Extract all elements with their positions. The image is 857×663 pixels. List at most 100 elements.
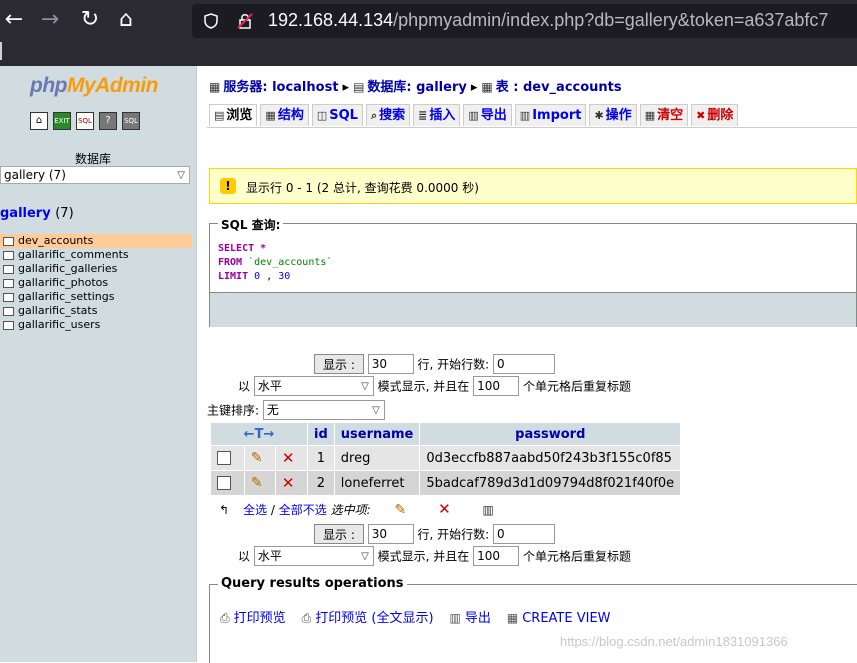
mode-row-top: 以 水平 ▽ 模式显示, 并且在 100 个单元格后重复标题 <box>238 376 631 396</box>
print-preview-full-link[interactable]: 打印预览 (全文显示) <box>315 611 433 626</box>
table-list-item[interactable]: gallarific_settings <box>0 290 192 304</box>
breadcrumb-table[interactable]: 表 : dev_accounts <box>496 80 622 95</box>
bulk-actions: ↰ 全选 / 全部不选 选中项: ✎ ✕ ▥ <box>219 500 494 518</box>
delete-icon[interactable]: ✕ <box>282 449 295 467</box>
left-navigation: phpMyAdmin ⌂ EXIT SQL? SQL 数据库 gallery (7) ▽… <box>0 66 197 662</box>
table-list-item[interactable]: gallarific_users <box>0 318 192 332</box>
table-list-label[interactable]: gallarific_stats <box>18 304 97 317</box>
table-row: ✎ ✕ 1 dreg 0d3eccfb887aabd50f243b3f155c0… <box>211 446 681 470</box>
breadcrumb-server[interactable]: 服务器: localhost <box>223 80 338 95</box>
table-list-label[interactable]: gallarific_users <box>18 318 100 331</box>
show-button-bottom[interactable]: 显示 : <box>314 524 364 544</box>
rows-input-bottom[interactable]: 30 <box>367 524 414 544</box>
home-icon[interactable]: ⌂ <box>30 112 48 130</box>
pager-top: 显示 : 30 行, 开始行数: 0 <box>314 354 556 374</box>
table-list-item[interactable]: gallarific_comments <box>0 248 192 262</box>
back-icon[interactable]: ← <box>0 6 28 34</box>
table-list-item[interactable]: gallarific_stats <box>0 304 192 318</box>
table-list-label[interactable]: gallarific_settings <box>18 290 115 303</box>
forward-icon[interactable]: → <box>36 6 64 34</box>
table-list-label[interactable]: gallarific_comments <box>18 248 129 261</box>
sql-query-box: SQL 查询: SELECT * FROM `dev_accounts` LIM… <box>209 216 857 327</box>
show-button[interactable]: 显示 : <box>314 354 364 374</box>
export-link[interactable]: 导出 <box>465 611 491 626</box>
table-list-item[interactable]: dev_accounts <box>0 234 192 248</box>
address-bar[interactable]: 192.168.44.134/phpmyadmin/index.php?db=g… <box>192 4 857 38</box>
delete-cell: ✕ <box>275 471 307 495</box>
cell-username: dreg <box>334 446 420 470</box>
reload-icon[interactable]: ↻ <box>76 6 104 34</box>
repeat-input-bottom[interactable]: 100 <box>473 546 520 566</box>
table-list-label[interactable]: gallarific_galleries <box>18 262 117 275</box>
home-icon[interactable]: ⌂ <box>112 6 140 34</box>
column-arrows-header[interactable]: ←T→ <box>211 423 307 445</box>
deselect-all-link[interactable]: 全部不选 <box>279 503 327 517</box>
help-icon[interactable]: ? <box>99 112 117 130</box>
mode-select-bottom[interactable]: 水平 ▽ <box>253 546 374 566</box>
insecure-lock-icon[interactable] <box>236 12 254 30</box>
table-icon[interactable] <box>3 320 14 330</box>
url-text[interactable]: 192.168.44.134/phpmyadmin/index.php?db=g… <box>268 10 828 31</box>
phpmyadmin-logo[interactable]: phpMyAdmin <box>30 74 158 98</box>
tab-export[interactable]: ▥ 导出 <box>463 104 512 126</box>
tab-sql[interactable]: ◫ SQL <box>311 104 363 126</box>
row-checkbox[interactable] <box>217 476 231 490</box>
select-all-link[interactable]: 全选 <box>243 503 267 517</box>
results-table: ←T→ id username password ✎ ✕ 1 dreg 0d3e… <box>210 422 681 496</box>
edit-icon[interactable]: ✎ <box>251 450 263 466</box>
database-link[interactable]: gallery <box>0 206 51 221</box>
delete-icon[interactable]: ✕ <box>282 474 295 492</box>
sort-select[interactable]: 无 ▽ <box>262 400 385 420</box>
tab-drop[interactable]: ✖ 删除 <box>691 104 739 126</box>
tab-operations[interactable]: ✱ 操作 <box>589 104 637 126</box>
table-icon[interactable] <box>3 278 14 288</box>
database-label: 数据库 <box>75 152 112 166</box>
table-icon[interactable] <box>3 292 14 302</box>
tab-insert[interactable]: ≣ 插入 <box>413 104 461 126</box>
cell-id: 2 <box>308 471 334 495</box>
start-input-bottom[interactable]: 0 <box>493 524 556 544</box>
mode-select[interactable]: 水平 ▽ <box>253 376 374 396</box>
sql-comma: , <box>266 271 273 282</box>
database-select[interactable]: gallery (7) ▽ <box>0 166 190 184</box>
table-list-label[interactable]: dev_accounts <box>18 234 93 247</box>
tab-empty[interactable]: ▦ 清空 <box>639 104 689 126</box>
create-view-link[interactable]: CREATE VIEW <box>522 611 610 626</box>
table-list-item[interactable]: gallarific_photos <box>0 276 192 290</box>
tab-browse[interactable]: ▤ 浏览 <box>209 104 258 126</box>
tab-label: 清空 <box>657 108 684 123</box>
bulk-export-icon[interactable]: ▥ <box>482 503 493 517</box>
table-icon[interactable] <box>3 250 14 260</box>
tab-structure[interactable]: ▦ 结构 <box>260 104 309 126</box>
chevron-down-icon: ▽ <box>361 381 369 392</box>
exit-icon[interactable]: EXIT <box>53 112 71 130</box>
sql-icon[interactable]: SQL <box>76 112 94 130</box>
edit-icon[interactable]: ✎ <box>251 475 263 491</box>
table-icon[interactable] <box>3 264 14 274</box>
in-label: 以 <box>238 379 251 394</box>
table-list: dev_accounts gallarific_comments gallarifi… <box>0 234 192 332</box>
bulk-edit-icon[interactable]: ✎ <box>395 502 407 518</box>
rows-input[interactable]: 30 <box>367 354 414 374</box>
browse-icon: ▤ <box>214 109 225 122</box>
start-input[interactable]: 0 <box>493 354 556 374</box>
tab-import[interactable]: ▥ Import <box>514 104 587 126</box>
chevron-down-icon: ▽ <box>361 551 369 562</box>
table-list-label[interactable]: gallarific_photos <box>18 276 108 289</box>
print-preview-link[interactable]: 打印预览 <box>234 611 286 626</box>
column-header-username[interactable]: username <box>334 423 420 445</box>
column-header-id[interactable]: id <box>308 423 334 445</box>
sort-select-value: 无 <box>266 403 279 417</box>
table-icon[interactable] <box>3 306 14 316</box>
breadcrumb-database[interactable]: 数据库: gallery <box>367 80 466 95</box>
table-list-item[interactable]: gallarific_galleries <box>0 262 192 276</box>
tab-search[interactable]: ⌕ 搜索 <box>365 104 411 126</box>
shield-icon[interactable] <box>202 12 220 30</box>
bulk-delete-icon[interactable]: ✕ <box>438 500 451 518</box>
repeat-input[interactable]: 100 <box>473 376 520 396</box>
row-checkbox[interactable] <box>217 451 231 465</box>
table-icon[interactable] <box>3 236 14 246</box>
column-header-password[interactable]: password <box>420 423 681 445</box>
sql-docs-icon[interactable]: SQL <box>122 112 140 130</box>
repeat-label-bottom: 个单元格后重复标题 <box>522 549 631 564</box>
